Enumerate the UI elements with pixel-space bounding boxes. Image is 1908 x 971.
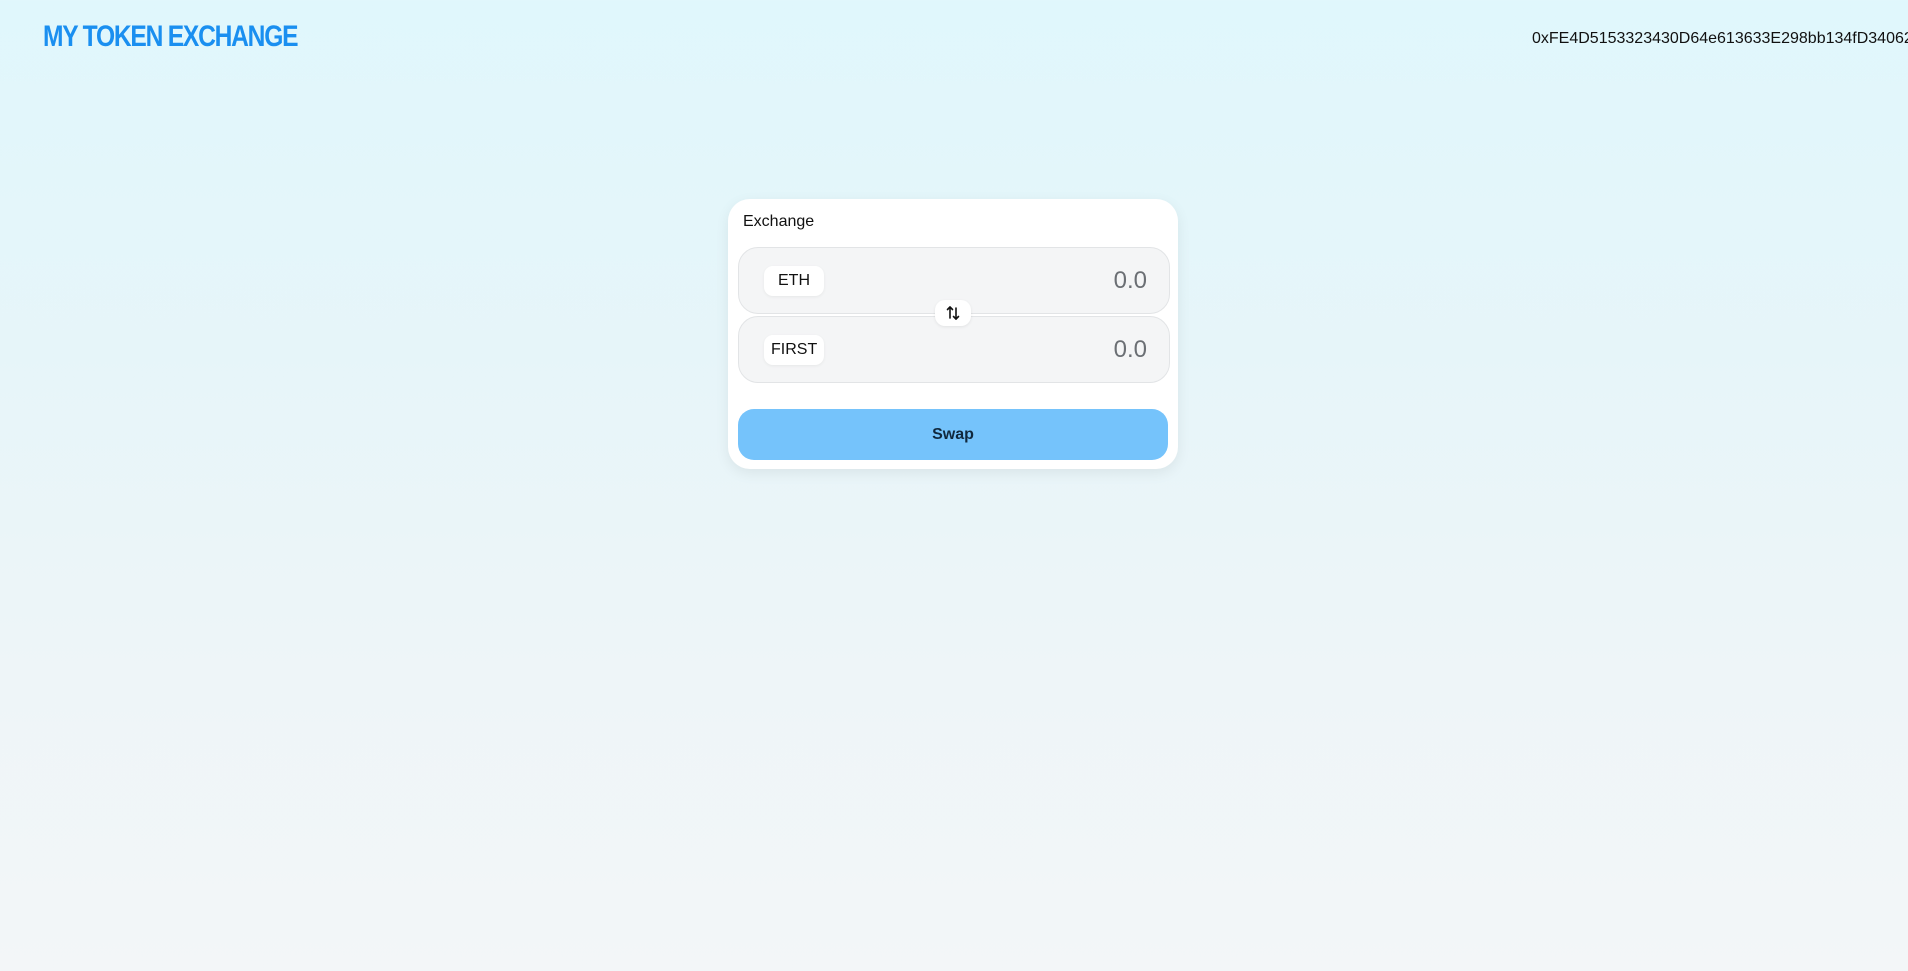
card-title: Exchange: [743, 213, 815, 230]
to-amount-input[interactable]: [947, 335, 1147, 365]
exchange-card: Exchange ETH FIRST Swap: [728, 199, 1178, 469]
swap-button[interactable]: Swap: [738, 409, 1168, 460]
header: MY TOKEN EXCHANGE 0xFE4D5153323430D64e61…: [0, 0, 1908, 80]
wallet-address[interactable]: 0xFE4D5153323430D64e613633E298bb134fD340…: [1532, 30, 1908, 48]
from-amount-input[interactable]: [947, 266, 1147, 296]
switch-tokens-button[interactable]: [935, 300, 971, 326]
to-token-select[interactable]: FIRST: [764, 335, 825, 365]
to-token-row: FIRST: [738, 316, 1170, 383]
app-logo[interactable]: MY TOKEN EXCHANGE: [43, 20, 299, 54]
from-token-select[interactable]: ETH: [764, 266, 824, 296]
swap-vertical-arrows-icon: [946, 306, 960, 320]
